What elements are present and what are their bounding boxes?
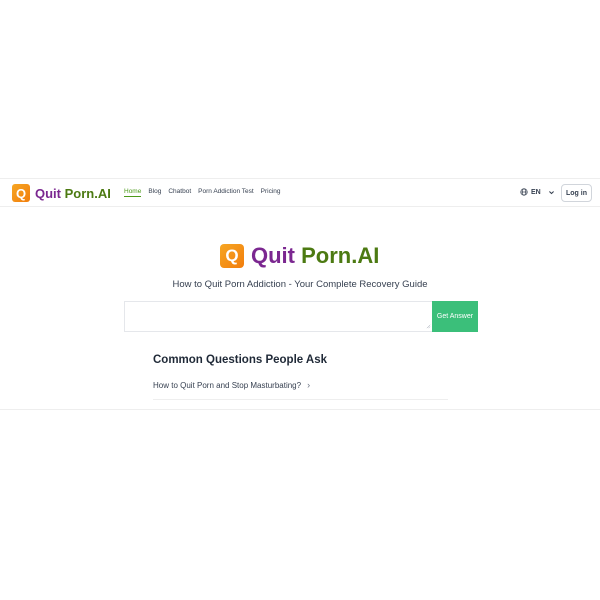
hero-logo-q-icon: Q — [220, 244, 244, 268]
globe-icon — [520, 188, 528, 196]
nav-chatbot[interactable]: Chatbot — [168, 188, 191, 197]
nav-porn-addiction-test[interactable]: Porn Addiction Test — [198, 188, 254, 197]
faq-heading: Common Questions People Ask — [153, 354, 328, 366]
hero-subtitle: How to Quit Porn Addiction - Your Comple… — [172, 279, 428, 290]
get-answer-button[interactable]: Get Answer — [432, 301, 478, 332]
language-selector[interactable]: EN — [520, 188, 555, 196]
nav-pricing[interactable]: Pricing — [261, 188, 281, 197]
hero-logo-text-porn: Porn.AI — [301, 243, 380, 268]
question-input[interactable] — [124, 301, 433, 332]
chevron-down-icon — [548, 189, 555, 196]
hero-logo-text: Quit Porn.AI — [251, 243, 379, 269]
page: Q Quit Porn.AI Home Blog Chatbot Porn Ad… — [0, 0, 600, 600]
logo-q-icon: Q — [12, 184, 30, 202]
hero-logo: Q Quit Porn.AI — [220, 243, 379, 269]
top-navbar: Q Quit Porn.AI Home Blog Chatbot Porn Ad… — [0, 178, 600, 207]
site-logo[interactable]: Q Quit Porn.AI — [12, 184, 111, 202]
main-nav: Home Blog Chatbot Porn Addiction Test Pr… — [124, 188, 281, 197]
resize-grip-icon[interactable] — [426, 324, 431, 329]
logo-text-porn: Porn.AI — [64, 185, 111, 201]
login-button[interactable]: Log in — [561, 184, 592, 202]
nav-blog[interactable]: Blog — [148, 188, 161, 197]
logo-text-quit: Quit — [35, 185, 61, 201]
section-divider — [0, 409, 600, 410]
hero-logo-text-quit: Quit — [251, 243, 295, 268]
nav-home[interactable]: Home — [124, 188, 142, 197]
logo-text: Quit Porn.AI — [35, 186, 111, 201]
chevron-right-icon: › — [307, 380, 311, 390]
faq-item[interactable]: How to Quit Porn and Stop Masturbating? … — [153, 378, 448, 400]
language-label: EN — [531, 188, 541, 196]
faq-item-question: How to Quit Porn and Stop Masturbating? — [153, 381, 302, 390]
